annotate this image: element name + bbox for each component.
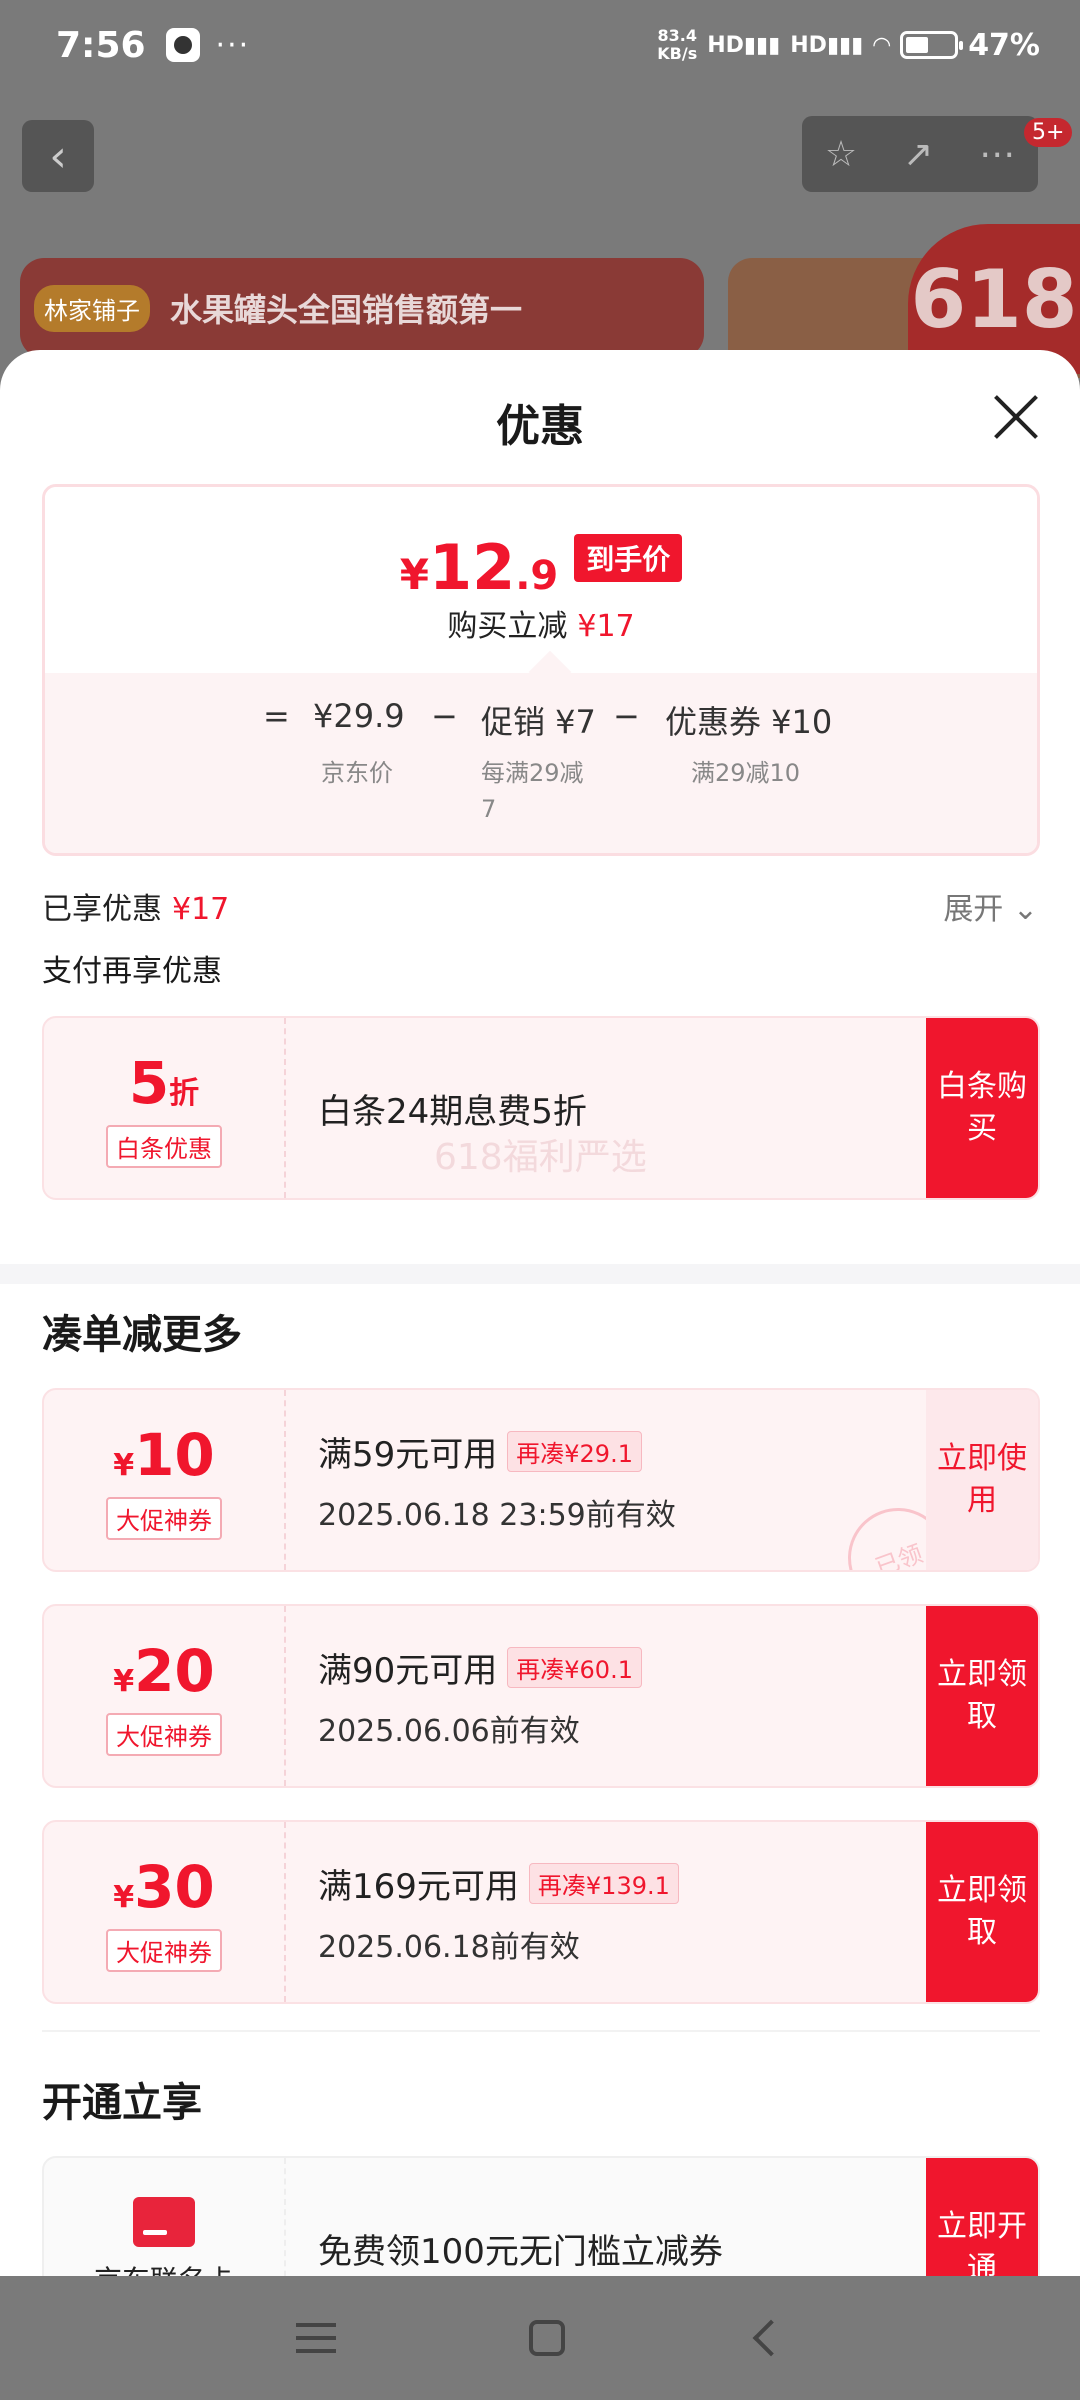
page-actions: ☆ ↗ ⋯ bbox=[802, 116, 1038, 192]
cart-badge: 5+ bbox=[1024, 118, 1073, 147]
coupon-extra: 再凑¥60.1 bbox=[507, 1646, 642, 1688]
coupon-desc: 满29减10 bbox=[691, 759, 801, 787]
section-divider-thin bbox=[42, 2030, 1040, 2032]
coupon-condition: 满59元可用 bbox=[318, 1434, 498, 1475]
signal-icon: HD▮▮▮ bbox=[707, 32, 781, 58]
coupon-date: 2025.06.06前有效 bbox=[318, 1713, 580, 1749]
price-breakdown-card: ¥ 12 .9 到手价 购买立减 ¥17 = ¥29.9 − 促销 ¥7 − 优惠… bbox=[42, 484, 1040, 856]
coupon-extra: 再凑¥139.1 bbox=[528, 1862, 679, 1904]
home-icon[interactable] bbox=[528, 2320, 565, 2356]
favorite-icon[interactable]: ☆ bbox=[825, 134, 857, 175]
product-banner: 林家铺子 水果罐头全国销售额第一 bbox=[20, 258, 704, 358]
chevron-down-icon: ⌄ bbox=[1012, 892, 1038, 927]
use-coupon-button[interactable]: 立即使用 bbox=[926, 1390, 1038, 1570]
minus-sign: − bbox=[431, 697, 458, 735]
member-offer-text: 免费领100元无门槛立减券 bbox=[318, 2231, 723, 2272]
coupon-label: 大促神券 bbox=[106, 1928, 222, 1972]
baitiao-label: 白条优惠 bbox=[106, 1124, 222, 1168]
claim-coupon-button[interactable]: 立即领取 bbox=[926, 1822, 1038, 2002]
pay-section-title: 支付再享优惠 bbox=[42, 954, 222, 989]
brand-logo: 林家铺子 bbox=[34, 284, 150, 332]
sheet-title: 优惠 bbox=[496, 401, 584, 452]
promo-discount: 促销 ¥7 bbox=[481, 703, 596, 741]
coupon-condition: 满169元可用 bbox=[318, 1866, 519, 1907]
signal-icon-2: HD▮▮▮ bbox=[790, 32, 864, 58]
more-icon[interactable]: ⋯ bbox=[979, 134, 1015, 175]
final-price: ¥ 12 .9 到手价 bbox=[45, 531, 1037, 604]
final-price-tag: 到手价 bbox=[574, 534, 683, 582]
watermark: 618福利严选 bbox=[434, 1137, 647, 1178]
enjoyed-discount: 已享优惠 ¥17 bbox=[42, 892, 230, 927]
battery-icon bbox=[900, 31, 964, 59]
clock-app-icon bbox=[165, 28, 200, 62]
system-nav-bar bbox=[0, 2276, 1080, 2400]
status-time: 7:56 bbox=[56, 24, 146, 66]
minus-sign-2: − bbox=[613, 697, 640, 735]
promo-desc: 每满29减7 bbox=[481, 759, 584, 823]
coupon-card: ¥10 大促神券 满59元可用 再凑¥29.1 2025.06.18 23:59前… bbox=[42, 1388, 1040, 1572]
member-card-label: 京东联名卡 bbox=[94, 2259, 234, 2276]
credit-card-icon bbox=[133, 2197, 195, 2247]
jd-price-label: 京东价 bbox=[321, 759, 393, 787]
more-discount-title: 凑单减更多 bbox=[42, 1312, 242, 1358]
member-card-offer: 京东联名卡 免费领100元无门槛立减券 立即开通 bbox=[42, 2156, 1040, 2276]
coupon-date: 2025.06.18前有效 bbox=[318, 1929, 580, 1965]
expand-button[interactable]: 展开 ⌄ bbox=[943, 884, 1038, 928]
back-icon[interactable]: ‹ bbox=[22, 120, 94, 192]
coupon-discount: 优惠券 ¥10 bbox=[665, 703, 833, 741]
status-bar: 7:56 ··· 83.4 KB/s HD▮▮▮ HD▮▮▮ ◠ 47% bbox=[0, 0, 1080, 90]
baitiao-text: 白条24期息费5折 bbox=[318, 1091, 587, 1132]
coupon-date: 2025.06.18 23:59前有效 bbox=[318, 1497, 676, 1533]
coupon-amount: ¥30 bbox=[113, 1852, 215, 1921]
baitiao-offer-card: 5折 白条优惠 白条24期息费5折 618福利严选 白条购买 bbox=[42, 1016, 1040, 1200]
baitiao-discount: 5折 bbox=[128, 1048, 200, 1117]
section-divider bbox=[0, 1264, 1080, 1284]
baitiao-buy-button[interactable]: 白条购买 bbox=[926, 1018, 1038, 1198]
open-benefit-title: 开通立享 bbox=[42, 2080, 202, 2126]
jd-price: ¥29.9 bbox=[313, 697, 405, 735]
coupon-condition: 满90元可用 bbox=[318, 1650, 498, 1691]
banner-text: 水果罐头全国销售额第一 bbox=[170, 291, 523, 329]
more-notifications-icon: ··· bbox=[215, 27, 251, 63]
coupon-card: ¥20 大促神券 满90元可用 再凑¥60.1 2025.06.06前有效 立即领… bbox=[42, 1604, 1040, 1788]
battery-percent: 47% bbox=[968, 27, 1040, 63]
wifi-icon: ◠ bbox=[873, 32, 891, 58]
coupon-extra: 再凑¥29.1 bbox=[507, 1430, 642, 1472]
coupon-label: 大促神券 bbox=[106, 1496, 222, 1540]
instant-discount: 购买立减 ¥17 bbox=[447, 609, 635, 644]
equals-sign: = bbox=[263, 697, 290, 735]
claim-coupon-button[interactable]: 立即领取 bbox=[926, 1606, 1038, 1786]
network-speed: 83.4 KB/s bbox=[657, 26, 698, 63]
menu-icon[interactable] bbox=[296, 2323, 337, 2353]
close-icon[interactable] bbox=[990, 392, 1040, 442]
coupon-label: 大促神券 bbox=[106, 1712, 222, 1756]
discount-sheet: 优惠 ¥ 12 .9 到手价 购买立减 ¥17 = ¥29.9 − 促销 ¥7 −… bbox=[0, 350, 1080, 2276]
coupon-amount: ¥10 bbox=[113, 1420, 215, 1489]
coupon-card: ¥30 大促神券 满169元可用 再凑¥139.1 2025.06.18前有效 立… bbox=[42, 1820, 1040, 2004]
open-member-button[interactable]: 立即开通 bbox=[926, 2158, 1038, 2276]
share-icon[interactable]: ↗ bbox=[903, 134, 933, 175]
coupon-amount: ¥20 bbox=[113, 1636, 215, 1705]
back-nav-icon[interactable] bbox=[752, 2319, 790, 2357]
